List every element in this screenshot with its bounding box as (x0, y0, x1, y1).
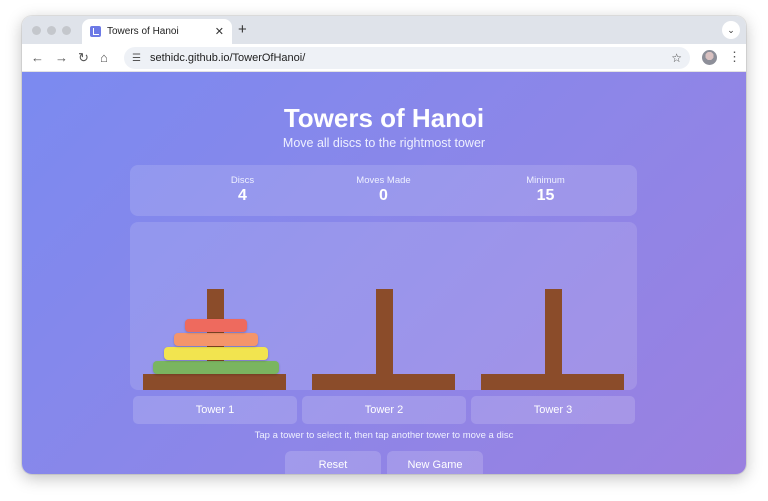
stat-value: 0 (379, 187, 388, 204)
minimize-window-button[interactable] (47, 26, 56, 35)
page-subtitle: Move all discs to the rightmost tower (282, 136, 486, 150)
reset-button[interactable]: Reset (285, 451, 381, 474)
tab-towers-of-hanoi[interactable]: Towers of Hanoi ✕ (82, 19, 232, 44)
tower-base (481, 374, 624, 390)
browser-window: Towers of Hanoi ✕ + ⌄ ← → ↻ ⌂ ☰ sethidc.… (22, 16, 746, 474)
tab-search-button[interactable]: ⌄ (722, 21, 740, 39)
stat-moves: Moves Made 0 (299, 175, 468, 205)
profile-avatar[interactable] (702, 50, 717, 65)
tower-2-button[interactable]: Tower 2 (302, 396, 466, 424)
stat-label: Moves Made (356, 175, 411, 186)
tower-base (312, 374, 455, 390)
game-board (130, 222, 637, 390)
close-tab-icon[interactable]: ✕ (215, 25, 224, 38)
page-content: Towers of Hanoi Move all discs to the ri… (22, 72, 746, 474)
tower-peg (545, 289, 562, 375)
close-window-button[interactable] (32, 26, 41, 35)
address-bar[interactable]: ☰ sethidc.github.io/TowerOfHanoi/ ☆ (124, 47, 690, 69)
bookmark-star-icon[interactable]: ☆ (671, 51, 682, 65)
tower-2[interactable] (299, 222, 468, 390)
maximize-window-button[interactable] (62, 26, 71, 35)
tower-1[interactable] (130, 222, 299, 390)
new-tab-button[interactable]: + (238, 21, 247, 38)
url-text[interactable]: sethidc.github.io/TowerOfHanoi/ (150, 52, 671, 64)
stat-minimum: Minimum 15 (461, 175, 630, 205)
tab-title: Towers of Hanoi (107, 26, 179, 37)
disc-size-2 (173, 333, 258, 346)
disc-size-1 (184, 319, 247, 332)
tower-3-button[interactable]: Tower 3 (471, 396, 635, 424)
stat-value: 15 (536, 187, 555, 204)
reload-icon[interactable]: ↻ (78, 50, 89, 66)
instruction-text: Tap a tower to select it, then tap anoth… (254, 430, 514, 441)
tower-peg (376, 289, 393, 375)
tower-base (143, 374, 286, 390)
page-title: Towers of Hanoi (283, 103, 485, 133)
tower-1-button[interactable]: Tower 1 (133, 396, 297, 424)
new-game-button[interactable]: New Game (387, 451, 483, 474)
browser-toolbar: ← → ↻ ⌂ ☰ sethidc.github.io/TowerOfHanoi… (22, 44, 746, 72)
browser-menu-icon[interactable]: ⋮ (728, 49, 741, 65)
favicon-icon (90, 26, 101, 37)
tower-3[interactable] (468, 222, 637, 390)
stats-panel: Discs 4 Moves Made 0 Minimum 15 (130, 165, 637, 216)
forward-icon[interactable]: → (55, 50, 68, 66)
tab-bar: Towers of Hanoi ✕ + ⌄ (22, 16, 746, 44)
stat-label: Minimum (526, 175, 565, 186)
site-settings-icon[interactable]: ☰ (132, 53, 141, 64)
back-icon[interactable]: ← (31, 50, 44, 66)
home-icon[interactable]: ⌂ (100, 50, 108, 66)
disc-size-4 (152, 361, 279, 374)
disc-size-3 (163, 347, 268, 360)
